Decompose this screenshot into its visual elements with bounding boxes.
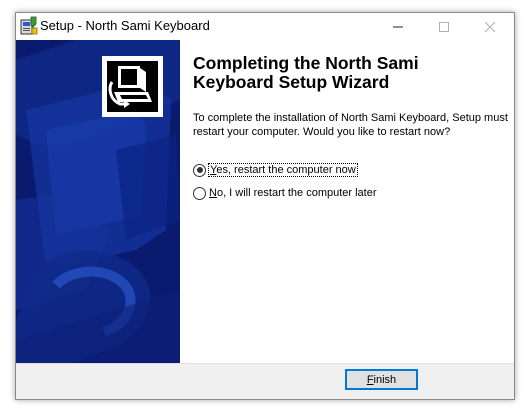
- maximize-icon: [439, 21, 449, 32]
- wizard-sidebar-image: [16, 40, 180, 363]
- close-icon: [485, 21, 495, 32]
- restart-now-option[interactable]: Yes, restart the computer now: [193, 162, 358, 178]
- restart-later-label[interactable]: No, I will restart the computer later: [209, 187, 377, 199]
- setup-window: Setup - North Sami Keyboard Completing t…: [15, 12, 515, 400]
- finish-mnemonic: F: [366, 373, 374, 386]
- restart-later-option[interactable]: No, I will restart the computer later: [193, 185, 377, 201]
- close-button[interactable]: [470, 13, 510, 40]
- computer-install-icon: [104, 58, 161, 115]
- setup-app-icon: [20, 16, 38, 35]
- wizard-body-text: To complete the installation of North Sa…: [193, 112, 508, 138]
- restart-now-text: es, restart the computer now: [216, 164, 356, 176]
- restart-later-text: o, I will restart the computer later: [216, 187, 377, 199]
- setup-logo: [102, 56, 163, 117]
- restart-now-radio[interactable]: [193, 163, 206, 177]
- restart-later-radio[interactable]: [193, 186, 206, 200]
- restart-later-mnemonic: N: [209, 187, 217, 199]
- window-title: Setup - North Sami Keyboard: [40, 18, 210, 33]
- title-bar[interactable]: Setup - North Sami Keyboard: [16, 13, 514, 40]
- button-bar: Finish: [16, 363, 514, 399]
- radio-selected-dot: [196, 167, 203, 173]
- finish-label: inish: [373, 373, 397, 386]
- restart-now-label[interactable]: Yes, restart the computer now: [208, 163, 358, 177]
- maximize-button[interactable]: [424, 13, 464, 40]
- finish-button[interactable]: Finish: [345, 369, 418, 390]
- wizard-heading: Completing the North Sami Keyboard Setup…: [193, 53, 419, 92]
- minimize-icon: [393, 26, 403, 27]
- wizard-content: Completing the North Sami Keyboard Setup…: [180, 40, 514, 363]
- minimize-button[interactable]: [378, 13, 418, 40]
